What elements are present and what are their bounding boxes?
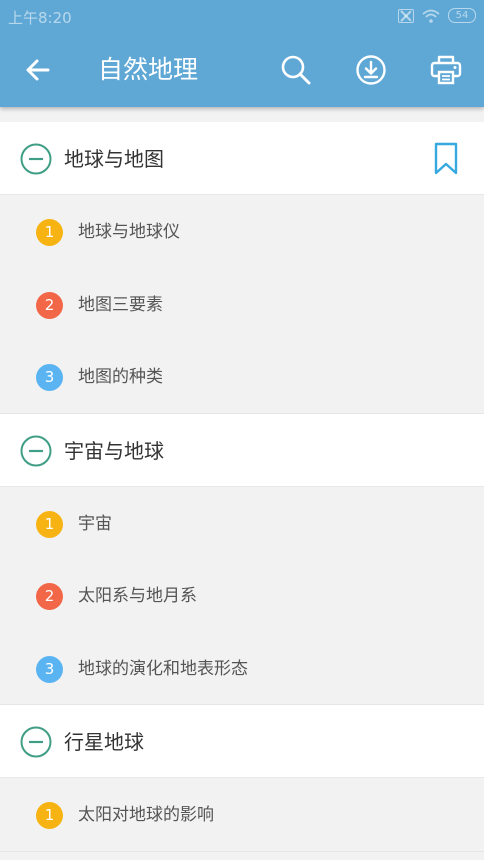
section-header[interactable]: 宇宙与地球 [0,413,484,487]
list-item[interactable]: 2 太阳系与地月系 [0,559,484,632]
section-items: 1 太阳对地球的影响 [0,778,484,852]
printer-icon [430,55,462,85]
list-item[interactable]: 1 太阳对地球的影响 [0,778,484,851]
item-title: 宇宙 [78,513,112,534]
item-number-badge: 1 [36,219,63,246]
page-title: 自然地理 [98,55,199,84]
print-button[interactable] [428,52,464,88]
list-item[interactable]: 3 地图的种类 [0,340,484,413]
item-number-badge: 3 [36,364,63,391]
status-time: 上午8:20 [8,9,72,27]
list-item[interactable]: 2 地图三要素 [0,268,484,341]
status-icons: 54 [398,8,476,23]
section-title: 行星地球 [64,730,144,754]
item-title: 地图的种类 [78,367,163,387]
collapse-icon[interactable] [20,435,52,467]
item-title: 太阳对地球的影响 [78,805,214,825]
item-title: 地球与地球仪 [78,222,180,242]
item-number-badge: 2 [36,291,63,319]
item-number-badge: 1 [36,510,63,538]
bookmark-button[interactable] [432,141,460,177]
collapse-icon[interactable] [20,726,52,758]
bookmark-icon [434,142,458,175]
search-icon [281,55,311,85]
list-item[interactable]: 1 地球与地球仪 [0,195,484,268]
arrow-left-icon [26,59,50,81]
section-header[interactable]: 地球与地图 [0,122,484,195]
search-button[interactable] [278,52,314,88]
item-title: 地球的演化和地表形态 [78,658,248,679]
collapse-icon[interactable] [20,143,52,175]
section-title: 地球与地图 [64,147,164,171]
item-title: 地图三要素 [78,294,163,315]
battery-icon: 54 [448,8,476,23]
app-bar: 上午8:20 54 自然地理 [0,0,484,107]
back-button[interactable] [20,52,56,88]
item-number-badge: 3 [36,655,63,683]
chapter-list: 地球与地图 1 地球与地球仪 2 地图三要素 3 地图的种类 宇宙与地球 1 宇… [0,107,484,852]
status-bar: 上午8:20 54 [0,0,484,34]
item-number-badge: 2 [36,583,63,610]
no-sim-icon [398,8,414,23]
section-items: 1 宇宙 2 太阳系与地月系 3 地球的演化和地表形态 [0,486,484,705]
wifi-icon [422,9,440,23]
list-item[interactable]: 1 宇宙 [0,487,484,560]
download-button[interactable] [353,52,389,88]
item-number-badge: 1 [36,802,63,829]
item-title: 太阳系与地月系 [78,586,197,606]
list-item[interactable]: 3 地球的演化和地表形态 [0,632,484,705]
section-title: 宇宙与地球 [64,438,164,463]
download-icon [356,55,386,85]
section-items: 1 地球与地球仪 2 地图三要素 3 地图的种类 [0,195,484,414]
section-header[interactable]: 行星地球 [0,705,484,778]
